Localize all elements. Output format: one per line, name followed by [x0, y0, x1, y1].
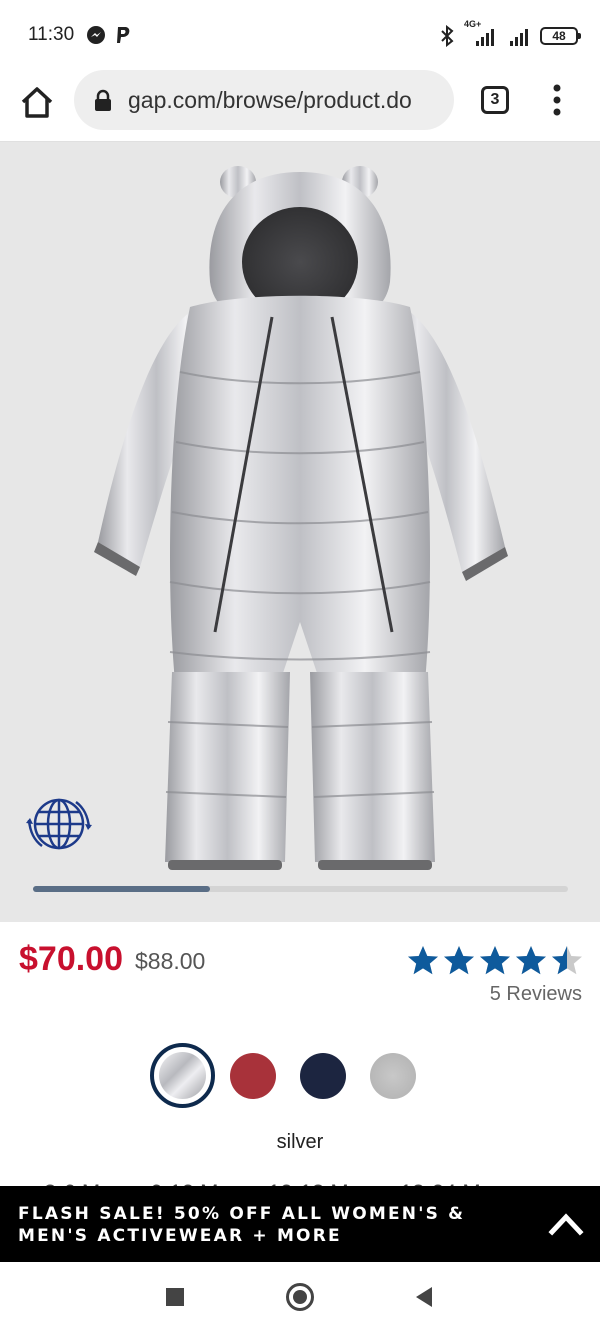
- carousel-progress-fill: [33, 886, 210, 892]
- home-circle-icon[interactable]: [286, 1283, 314, 1311]
- color-swatch-silver[interactable]: [159, 1052, 206, 1099]
- recents-square-icon[interactable]: [166, 1288, 184, 1306]
- flash-sale-banner[interactable]: FLASH SALE! 50% OFF ALL WOMEN'S & MEN'S …: [0, 1186, 600, 1262]
- flash-sale-text: FLASH SALE! 50% OFF ALL WOMEN'S & MEN'S …: [18, 1204, 466, 1246]
- star-icon: [552, 946, 582, 975]
- bluetooth-icon: [441, 25, 454, 47]
- color-swatch-heather-grey[interactable]: [370, 1053, 416, 1099]
- rating-stars[interactable]: [406, 944, 584, 980]
- sale-price: $70.00: [19, 940, 123, 978]
- selected-color-name: silver: [276, 1131, 324, 1153]
- back-triangle-icon[interactable]: [414, 1286, 434, 1308]
- chevron-up-icon[interactable]: [548, 1208, 584, 1238]
- browser-toolbar: gap.com/browse/product.do 3: [0, 70, 600, 142]
- lock-icon: [95, 89, 111, 111]
- address-bar[interactable]: gap.com/browse/product.do: [74, 70, 454, 130]
- tab-switcher-button[interactable]: 3: [481, 86, 509, 114]
- signal-4g-icon: 4G+: [464, 19, 498, 47]
- url-text: gap.com/browse/product.do: [128, 87, 412, 113]
- star-icon: [516, 946, 546, 975]
- original-price: $88.00: [135, 948, 206, 974]
- reviews-link[interactable]: 5 Reviews: [490, 983, 582, 1006]
- messenger-icon: [87, 26, 105, 44]
- globe-icon[interactable]: [24, 790, 94, 858]
- signal-icon: [510, 29, 528, 46]
- more-vert-icon[interactable]: [545, 82, 569, 118]
- star-icon: [444, 946, 474, 975]
- paypal-icon: [117, 27, 130, 43]
- status-bar: 11:30 4G+ 48: [0, 0, 600, 70]
- home-icon[interactable]: [18, 84, 56, 122]
- star-icon: [408, 946, 438, 975]
- product-image[interactable]: [0, 142, 600, 922]
- image-carousel-progress[interactable]: [33, 886, 568, 892]
- android-nav-bar: [0, 1262, 600, 1332]
- color-swatch-navy[interactable]: [300, 1053, 346, 1099]
- battery-indicator: 48: [540, 27, 581, 45]
- status-time: 11:30: [28, 24, 75, 45]
- star-icon: [480, 946, 510, 975]
- color-swatch-red[interactable]: [230, 1053, 276, 1099]
- status-right: 4G+ 48: [440, 19, 581, 48]
